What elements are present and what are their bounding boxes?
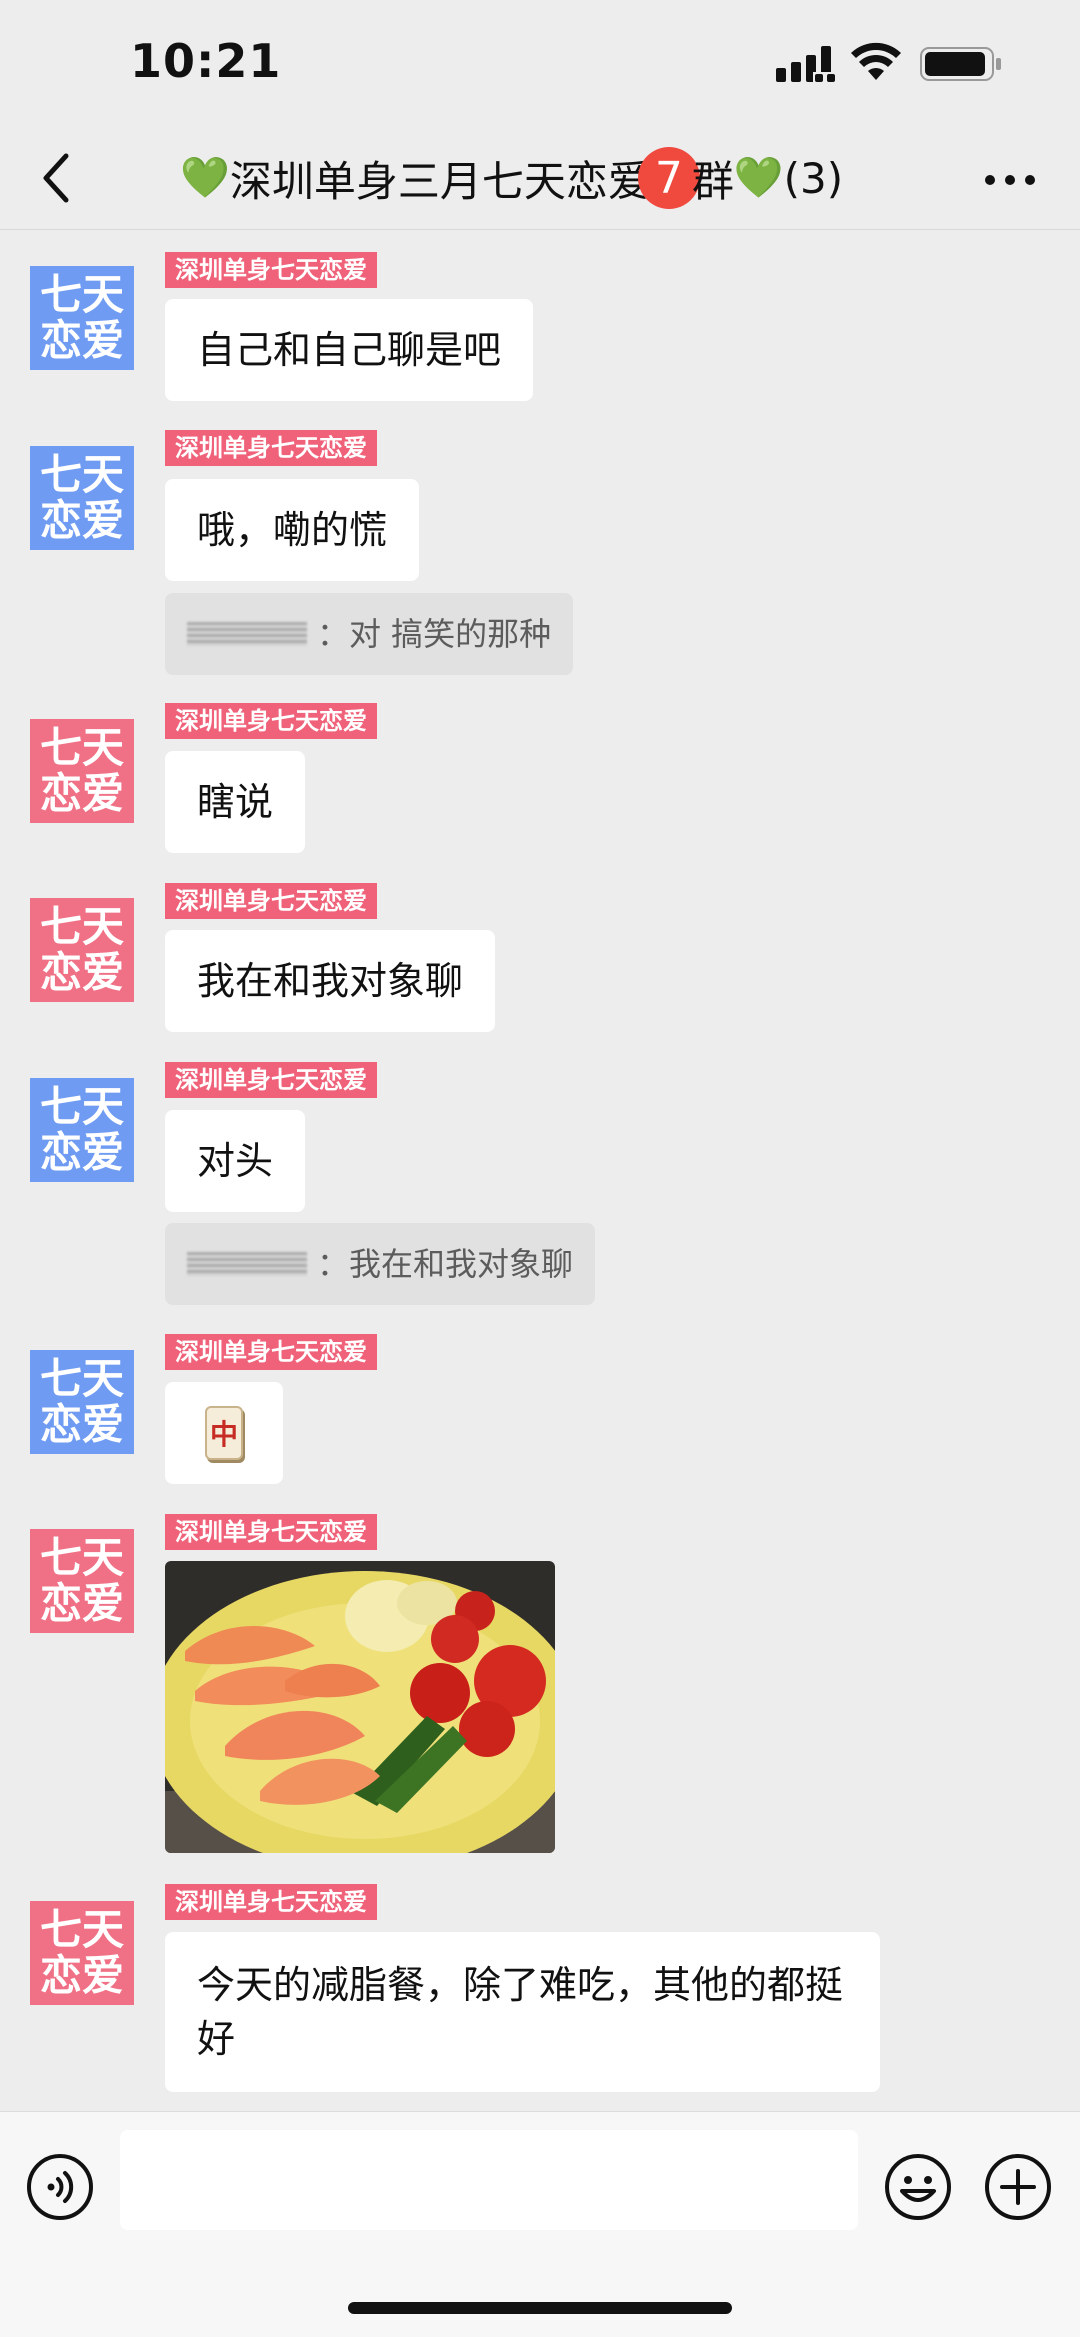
quote-text: ：我在和我对象聊 (317, 1245, 574, 1283)
message-bubble[interactable]: 我在和我对象聊 (165, 930, 496, 1032)
avatar-text: 七天 (39, 723, 124, 772)
member-count: (3) (783, 153, 844, 203)
avatar[interactable]: 七天 恋爱 (30, 1529, 134, 1633)
green-heart-icon: 💚 (180, 155, 230, 201)
sender-tag: 深圳单身七天恋爱 (165, 252, 377, 288)
avatar[interactable]: 七天 恋爱 (30, 719, 134, 823)
back-icon[interactable] (38, 150, 74, 206)
home-indicator[interactable] (348, 2302, 732, 2314)
avatar[interactable]: 七天 恋爱 (30, 898, 134, 1002)
avatar-text: 七天 (39, 1533, 124, 1582)
avatar-text: 七天 (39, 270, 124, 319)
message-bubble[interactable]: 中 (165, 1382, 283, 1484)
avatar-text: 恋爱 (39, 1579, 124, 1628)
unread-badge: 7 (637, 147, 700, 209)
message-bubble[interactable]: 对头 (165, 1110, 306, 1212)
sender-tag: 深圳单身七天恋爱 (165, 430, 377, 466)
avatar[interactable]: 七天 恋爱 (30, 266, 134, 370)
wifi-icon (851, 42, 901, 80)
quoted-reply[interactable]: ：对 搞笑的那种 (165, 593, 574, 675)
avatar-text: 恋爱 (39, 1400, 124, 1449)
add-icon[interactable] (984, 2153, 1052, 2221)
avatar-text: 恋爱 (39, 496, 124, 545)
signal-icon (776, 46, 838, 82)
sender-tag: 深圳单身七天恋爱 (165, 1334, 377, 1370)
avatar[interactable]: 七天 恋爱 (30, 1901, 134, 2005)
message-bubble[interactable]: 自己和自己聊是吧 (165, 299, 534, 401)
chat-title[interactable]: 💚 深圳单身三月七天恋爱 7 群 💚 (3) (180, 146, 920, 210)
mahjong-tile-icon: 中 (205, 1406, 243, 1460)
message-input[interactable] (120, 2130, 858, 2230)
battery-icon (920, 47, 1001, 81)
message-bubble[interactable]: 今天的减脂餐，除了难吃，其他的都挺好 (165, 1932, 880, 2092)
nav-bar: 💚 深圳单身三月七天恋爱 7 群 💚 (3) (0, 130, 1080, 230)
chat-title-suffix: 群 (691, 156, 734, 206)
avatar-text: 七天 (39, 450, 124, 499)
avatar[interactable]: 七天 恋爱 (30, 1350, 134, 1454)
input-bar (0, 2111, 1080, 2337)
green-heart-icon: 💚 (733, 155, 784, 201)
status-bar: 10:21 (0, 0, 1080, 130)
avatar-text: 七天 (39, 1082, 124, 1131)
avatar-text: 恋爱 (39, 1128, 124, 1177)
sender-tag: 深圳单身七天恋爱 (165, 703, 377, 739)
sender-tag: 深圳单身七天恋爱 (165, 1062, 377, 1098)
message-bubble[interactable]: 瞎说 (165, 751, 306, 853)
food-photo (165, 1561, 555, 1853)
avatar-text: 恋爱 (39, 948, 124, 997)
message-bubble[interactable]: 哦，嘞的慌 (165, 479, 420, 581)
blurred-name (187, 1252, 307, 1276)
blurred-name (187, 622, 307, 646)
quote-text: ：对 搞笑的那种 (317, 615, 552, 653)
sender-tag: 深圳单身七天恋爱 (165, 1884, 377, 1920)
avatar-text: 恋爱 (39, 769, 124, 818)
sender-tag: 深圳单身七天恋爱 (165, 1514, 377, 1550)
quoted-reply[interactable]: ：我在和我对象聊 (165, 1223, 596, 1305)
chat-screen: 10:21 💚 深圳单身三月七天恋爱 7 群 💚 (3) 七天 恋爱 深圳单身七… (0, 0, 1080, 2337)
avatar[interactable]: 七天 恋爱 (30, 446, 134, 550)
avatar-text: 七天 (39, 1905, 124, 1954)
avatar-text: 恋爱 (39, 1951, 124, 2000)
status-time: 10:21 (130, 34, 282, 88)
message-list[interactable]: 七天 恋爱 深圳单身七天恋爱 自己和自己聊是吧 七天 恋爱 深圳单身七天恋爱 哦… (0, 231, 1080, 2111)
avatar-text: 七天 (39, 1354, 124, 1403)
emoji-icon[interactable] (884, 2153, 952, 2221)
chat-title-text: 深圳单身三月七天恋爱 (229, 156, 650, 206)
sender-tag: 深圳单身七天恋爱 (165, 883, 377, 919)
voice-icon[interactable] (26, 2153, 94, 2221)
avatar-text: 七天 (39, 902, 124, 951)
avatar[interactable]: 七天 恋爱 (30, 1078, 134, 1182)
photo-message[interactable] (165, 1561, 555, 1853)
more-icon[interactable] (980, 160, 1040, 200)
avatar-text: 恋爱 (39, 316, 124, 365)
